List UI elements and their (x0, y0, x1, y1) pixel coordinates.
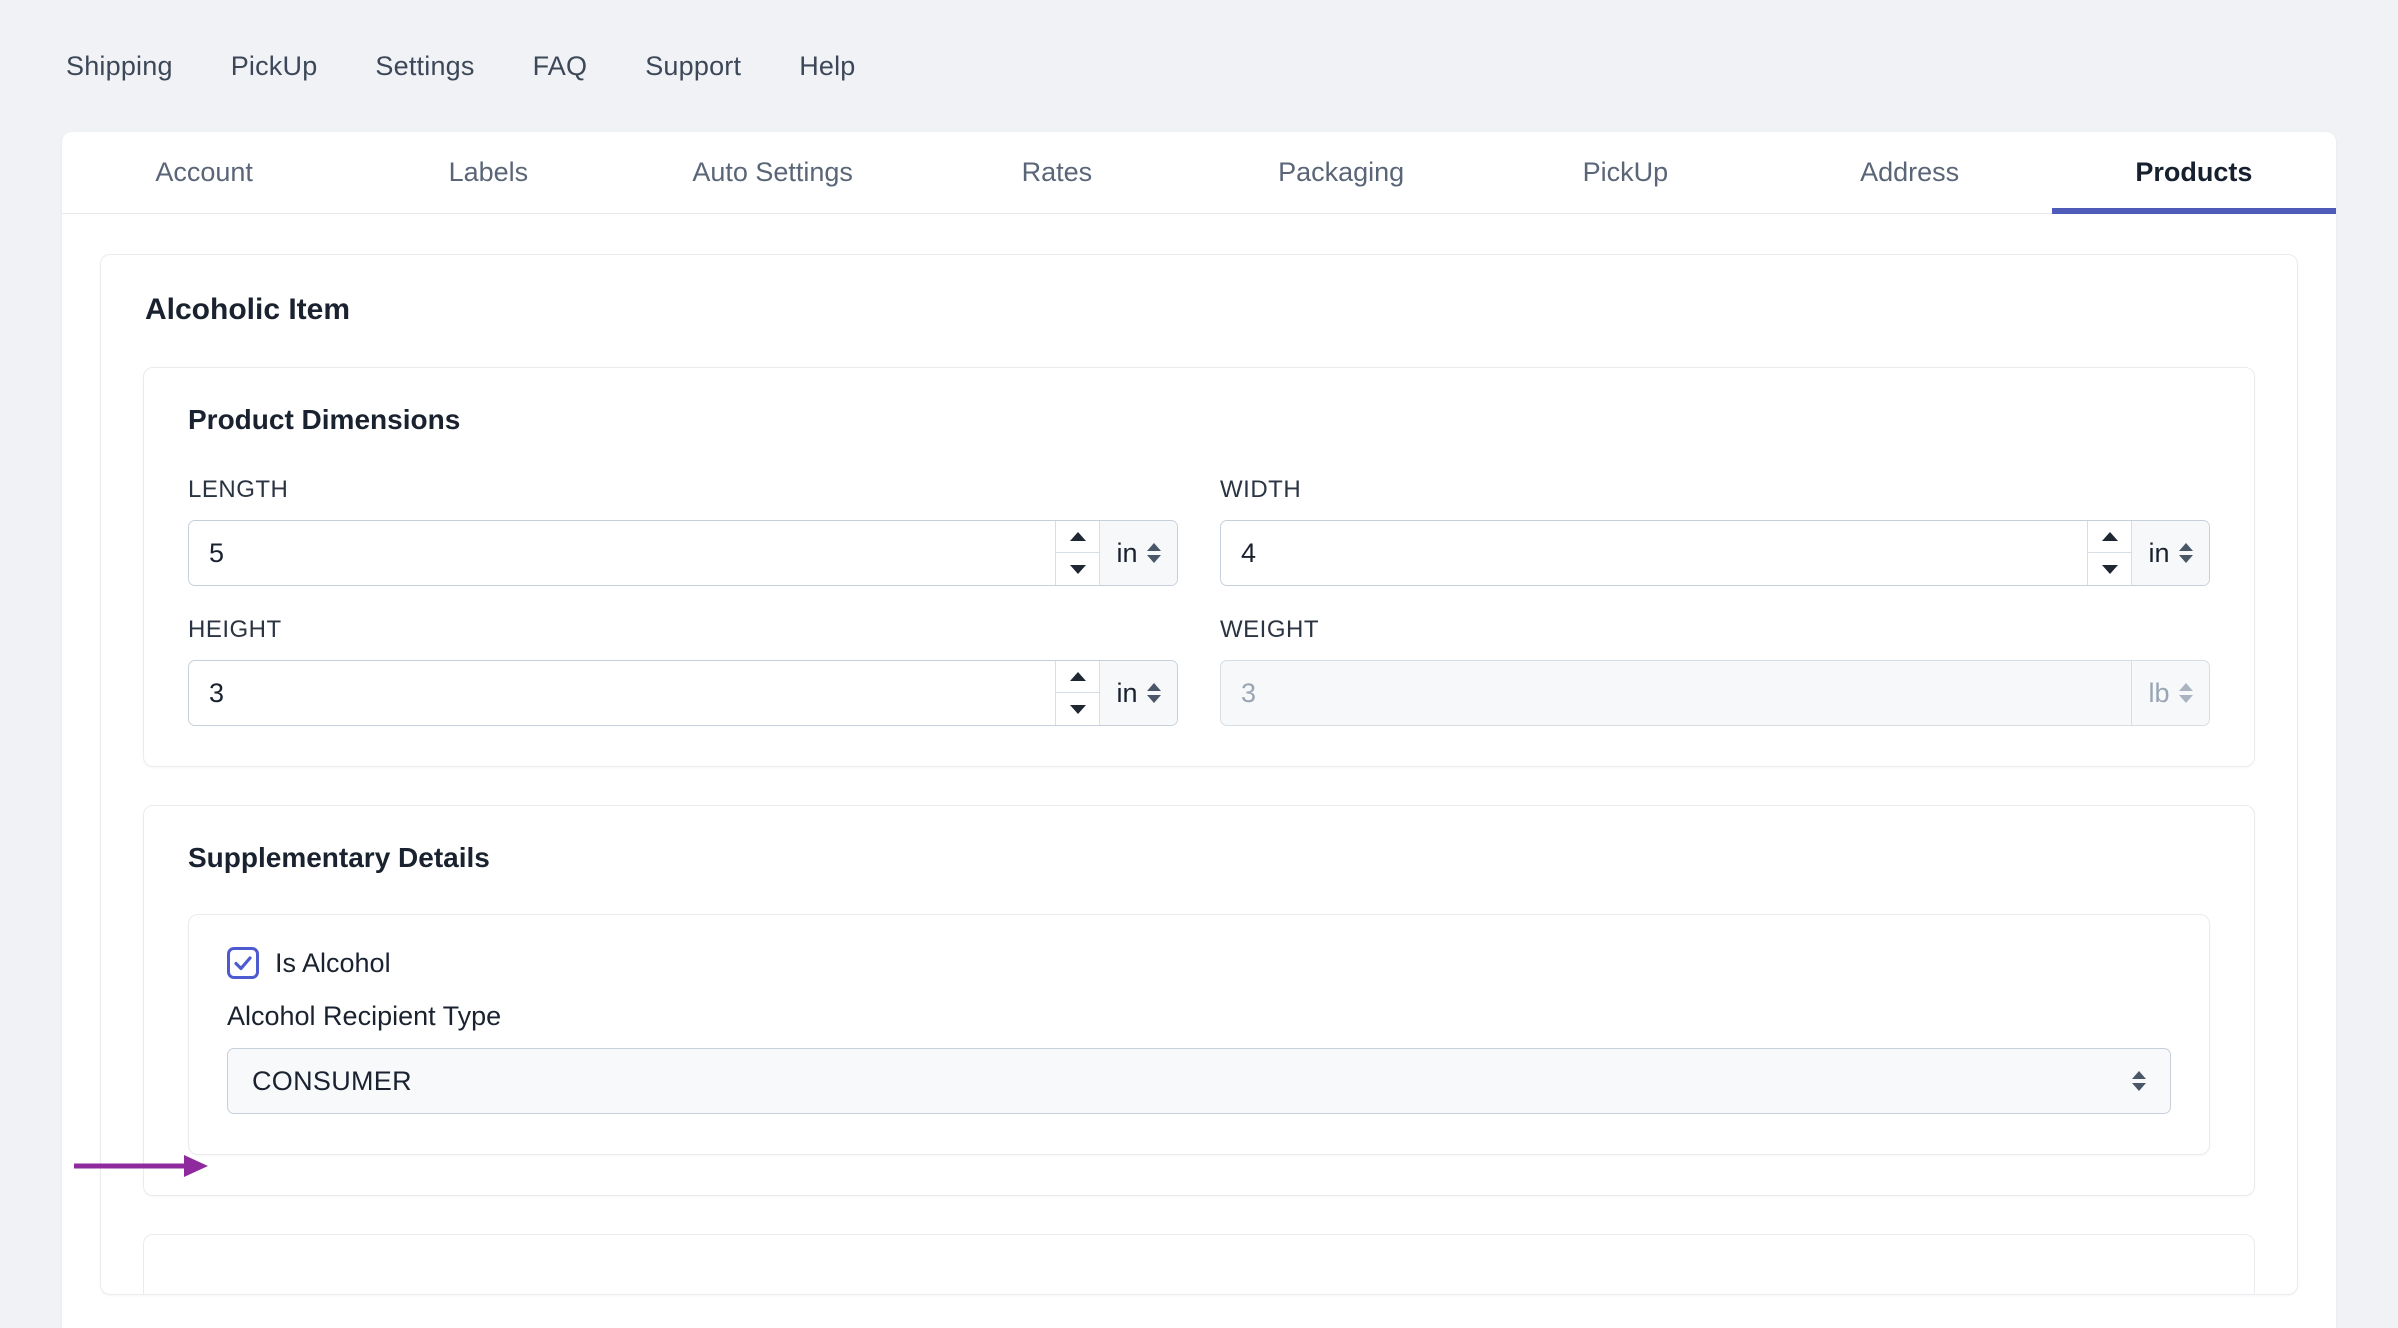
topnav-item-faq[interactable]: FAQ (529, 45, 592, 88)
settings-tabbar: Account Labels Auto Settings Rates Packa… (62, 132, 2336, 214)
topnav-item-pickup[interactable]: PickUp (227, 45, 322, 88)
weight-unit-label: lb (2148, 677, 2170, 708)
chevron-updown-icon (1146, 543, 1161, 563)
caret-up-icon (1069, 532, 1086, 541)
height-input[interactable] (189, 661, 1055, 725)
width-increment-button[interactable] (2088, 521, 2131, 553)
is-alcohol-label: Is Alcohol (275, 947, 391, 978)
length-label: LENGTH (188, 476, 289, 503)
caret-up-icon (1069, 672, 1086, 681)
topnav-item-support[interactable]: Support (641, 45, 745, 88)
settings-panel: Account Labels Auto Settings Rates Packa… (62, 132, 2336, 1328)
next-section-stub (143, 1234, 2255, 1294)
supplementary-details-section: Supplementary Details Is Alcohol Alcohol… (143, 805, 2255, 1196)
page-title: Alcoholic Item (145, 293, 351, 326)
height-increment-button[interactable] (1056, 661, 1099, 693)
caret-down-icon (1069, 704, 1086, 714)
tab-products[interactable]: Products (2051, 132, 2336, 214)
top-navigation: Shipping PickUp Settings FAQ Support Hel… (0, 0, 2398, 132)
caret-down-icon (1069, 564, 1086, 574)
tab-rates[interactable]: Rates (915, 132, 1199, 213)
check-icon (234, 956, 252, 971)
height-label: HEIGHT (188, 616, 282, 643)
length-decrement-button[interactable] (1056, 553, 1099, 585)
chevron-updown-icon (2178, 543, 2193, 563)
weight-unit-select[interactable]: lb (2131, 661, 2209, 725)
tab-pickup[interactable]: PickUp (1483, 132, 1767, 213)
alcohol-options-box: Is Alcohol Alcohol Recipient Type CONSUM… (188, 914, 2210, 1155)
tab-account[interactable]: Account (62, 132, 346, 213)
width-stepper (2087, 521, 2131, 585)
length-unit-select[interactable]: in (1099, 521, 1177, 585)
product-dimensions-heading: Product Dimensions (188, 404, 461, 435)
height-stepper (1055, 661, 1099, 725)
width-unit-select[interactable]: in (2131, 521, 2209, 585)
chevron-updown-icon (2132, 1071, 2146, 1091)
height-decrement-button[interactable] (1056, 693, 1099, 725)
width-decrement-button[interactable] (2088, 553, 2131, 585)
length-control: in (188, 520, 1178, 586)
height-control: in (188, 660, 1178, 726)
weight-field-group: WEIGHT lb (1220, 616, 2210, 726)
chevron-updown-icon (2178, 683, 2193, 703)
weight-control: lb (1220, 660, 2210, 726)
supplementary-details-heading: Supplementary Details (188, 842, 490, 873)
tab-auto-settings[interactable]: Auto Settings (631, 132, 915, 213)
height-unit-label: in (1116, 677, 1138, 708)
recipient-type-value: CONSUMER (252, 1065, 412, 1096)
length-increment-button[interactable] (1056, 521, 1099, 553)
chevron-updown-icon (1146, 683, 1161, 703)
width-input[interactable] (1221, 521, 2087, 585)
product-dimensions-section: Product Dimensions LENGTH in (143, 367, 2255, 767)
height-field-group: HEIGHT in (188, 616, 1178, 726)
width-unit-label: in (2148, 537, 2170, 568)
length-field-group: LENGTH in (188, 476, 1178, 586)
length-unit-label: in (1116, 537, 1138, 568)
alcoholic-item-card: Alcoholic Item Product Dimensions LENGTH… (100, 254, 2298, 1295)
dimensions-row-1: LENGTH in (188, 476, 2210, 586)
tab-address[interactable]: Address (1768, 132, 2052, 213)
caret-up-icon (2101, 532, 2118, 541)
length-input[interactable] (189, 521, 1055, 585)
is-alcohol-row: Is Alcohol (227, 947, 2171, 979)
topnav-item-settings[interactable]: Settings (371, 45, 478, 88)
tab-packaging[interactable]: Packaging (1199, 132, 1483, 213)
topnav-item-shipping[interactable]: Shipping (62, 45, 177, 88)
dimensions-row-2: HEIGHT in (188, 616, 2210, 726)
width-field-group: WIDTH in (1220, 476, 2210, 586)
is-alcohol-checkbox[interactable] (227, 947, 259, 979)
height-unit-select[interactable]: in (1099, 661, 1177, 725)
length-stepper (1055, 521, 1099, 585)
recipient-type-label: Alcohol Recipient Type (227, 1001, 502, 1031)
weight-label: WEIGHT (1220, 616, 1319, 643)
width-control: in (1220, 520, 2210, 586)
recipient-type-select[interactable]: CONSUMER (227, 1048, 2171, 1114)
tab-labels[interactable]: Labels (346, 132, 630, 213)
topnav-item-help[interactable]: Help (795, 45, 859, 88)
width-label: WIDTH (1220, 476, 1302, 503)
weight-input[interactable] (1221, 661, 2131, 725)
caret-down-icon (2101, 564, 2118, 574)
